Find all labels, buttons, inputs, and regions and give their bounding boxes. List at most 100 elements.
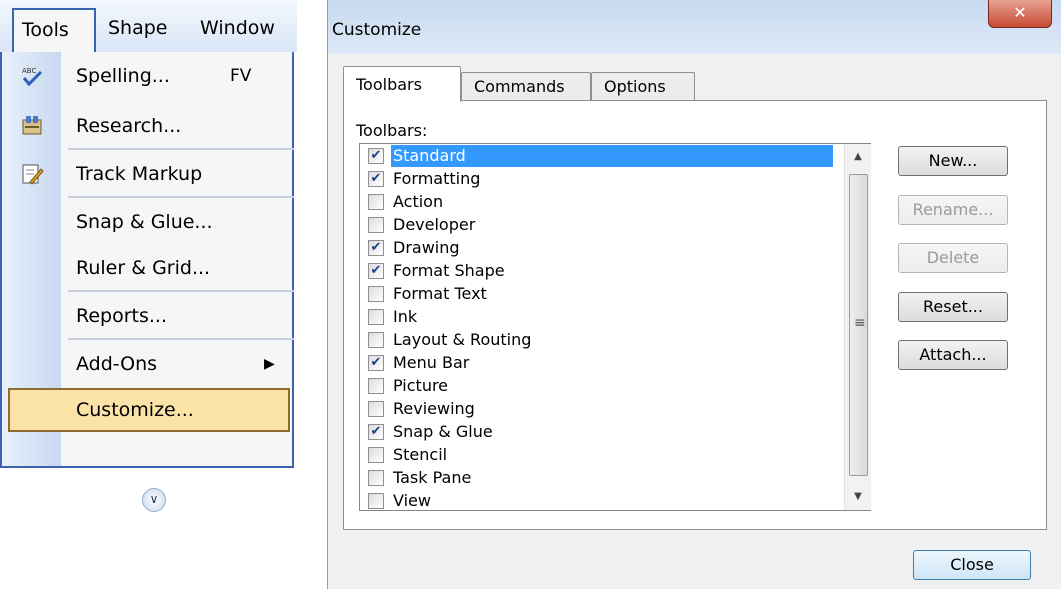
list-item-label: Drawing (393, 238, 460, 257)
spelling-icon: ABC (20, 64, 44, 88)
menu-item-snap-glue[interactable]: Snap & Glue... (2, 200, 292, 244)
reset-button[interactable]: Reset... (898, 292, 1008, 322)
list-item-label: Snap & Glue (393, 422, 493, 441)
list-item-label: Stencil (393, 445, 448, 464)
list-item-label: View (393, 491, 431, 510)
checkbox[interactable] (368, 447, 384, 463)
scrollbar-thumb[interactable]: ≡ (849, 174, 868, 476)
new-button[interactable]: New... (898, 146, 1008, 176)
dialog-title: Customize (332, 20, 422, 40)
customize-dialog: Customize ✕ Toolbars Commands Options To… (327, 0, 1061, 589)
attach-button[interactable]: Attach... (898, 340, 1008, 370)
list-item[interactable]: Task Pane (363, 467, 838, 490)
menu-item-spelling[interactable]: ABC Spelling... FV (2, 54, 292, 98)
close-button[interactable]: Close (913, 550, 1031, 580)
menu-item-research[interactable]: Research... (2, 104, 292, 148)
menu-item-label: Snap & Glue... (76, 211, 213, 233)
double-chevron-down-icon[interactable]: ∨ (142, 488, 166, 512)
menu-separator (68, 338, 294, 340)
toolbars-listbox[interactable]: ✔ Standard ✔ Formatting Action Developer ✔… (359, 143, 871, 511)
list-item[interactable]: Developer (363, 214, 838, 237)
menu-item-label: Customize... (76, 399, 194, 421)
tools-dropdown: ABC Spelling... FV Research... Track Mar… (0, 52, 294, 512)
list-item[interactable]: Layout & Routing (363, 329, 838, 352)
list-item-label: Formatting (393, 169, 481, 188)
menu-item-label: Ruler & Grid... (76, 257, 211, 279)
research-icon (20, 114, 44, 138)
rename-button[interactable]: Rename... (898, 195, 1008, 225)
tab-label: Commands (474, 77, 565, 96)
menu-separator (68, 196, 294, 198)
close-icon[interactable]: ✕ (988, 0, 1052, 28)
svg-text:ABC: ABC (22, 67, 36, 75)
button-label: New... (928, 151, 978, 170)
scroll-down-icon[interactable]: ▼ (845, 486, 871, 508)
menu-separator (68, 290, 294, 292)
list-item[interactable]: View (363, 490, 838, 513)
delete-button[interactable]: Delete (898, 243, 1008, 273)
list-item[interactable]: ✔ Drawing (363, 237, 838, 260)
menu-window[interactable]: Window (192, 8, 296, 52)
button-label: Reset... (923, 297, 983, 316)
tab-commands[interactable]: Commands (461, 72, 591, 100)
list-item-label: Developer (393, 215, 476, 234)
list-item-label: Reviewing (393, 399, 475, 418)
toolbars-list-label: Toolbars: (356, 121, 428, 140)
menu-item-add-ons[interactable]: Add-Ons ▶ (2, 342, 292, 386)
list-item-label: Task Pane (393, 468, 472, 487)
checkbox[interactable]: ✔ (368, 148, 384, 164)
track-markup-icon (20, 162, 44, 186)
menu-item-ruler-grid[interactable]: Ruler & Grid... (2, 246, 292, 290)
menu-tools[interactable]: Tools (12, 8, 96, 54)
menu-window-label: Window (200, 17, 275, 39)
list-item-label: Menu Bar (393, 353, 470, 372)
menu-item-label: Spelling... (76, 65, 170, 87)
menu-item-customize[interactable]: Customize... (8, 388, 290, 432)
checkbox[interactable]: ✔ (368, 171, 384, 187)
checkbox[interactable]: ✔ (368, 424, 384, 440)
list-item-label: Format Text (393, 284, 487, 303)
list-item[interactable]: ✔ Snap & Glue (363, 421, 838, 444)
scroll-up-icon[interactable]: ▲ (845, 146, 871, 168)
menu-shape-label: Shape (108, 17, 168, 39)
button-label: Attach... (919, 345, 987, 364)
list-item-label: Standard (391, 145, 833, 167)
button-label: Delete (926, 248, 980, 267)
checkbox[interactable] (368, 217, 384, 233)
tab-options[interactable]: Options (591, 72, 695, 100)
list-item-label: Format Shape (393, 261, 505, 280)
menu-item-label: Add-Ons (76, 353, 158, 375)
menu-item-label: Research... (76, 115, 182, 137)
menu-item-reports[interactable]: Reports... (2, 294, 292, 338)
menu-item-track-markup[interactable]: Track Markup (2, 152, 292, 196)
menu-item-label: Track Markup (76, 163, 203, 185)
checkbox[interactable] (368, 401, 384, 417)
list-item[interactable]: Format Text (363, 283, 838, 306)
tab-label: Options (604, 77, 666, 96)
menu-item-label: Reports... (76, 305, 168, 327)
menu-separator (68, 148, 294, 150)
menu-shape[interactable]: Shape (100, 8, 190, 52)
checkbox[interactable] (368, 378, 384, 394)
list-item[interactable]: Picture (363, 375, 838, 398)
checkbox[interactable] (368, 309, 384, 325)
checkbox[interactable]: ✔ (368, 263, 384, 279)
list-item[interactable]: Stencil (363, 444, 838, 467)
list-item[interactable]: Ink (363, 306, 838, 329)
list-scrollbar[interactable]: ▲ ≡ ▼ (844, 144, 871, 510)
list-item-label: Action (393, 192, 444, 211)
checkbox[interactable] (368, 286, 384, 302)
checkbox[interactable] (368, 332, 384, 348)
list-item[interactable]: ✔ Menu Bar (363, 352, 838, 375)
list-item[interactable]: Action (363, 191, 838, 214)
checkbox[interactable]: ✔ (368, 240, 384, 256)
list-item[interactable]: Reviewing (363, 398, 838, 421)
checkbox[interactable] (368, 470, 384, 486)
tab-toolbars[interactable]: Toolbars (343, 66, 461, 102)
list-item[interactable]: ✔ Format Shape (363, 260, 838, 283)
list-item[interactable]: ✔ Standard (363, 145, 838, 168)
checkbox[interactable]: ✔ (368, 355, 384, 371)
checkbox[interactable] (368, 194, 384, 210)
list-item[interactable]: ✔ Formatting (363, 168, 838, 191)
checkbox[interactable] (368, 493, 384, 509)
